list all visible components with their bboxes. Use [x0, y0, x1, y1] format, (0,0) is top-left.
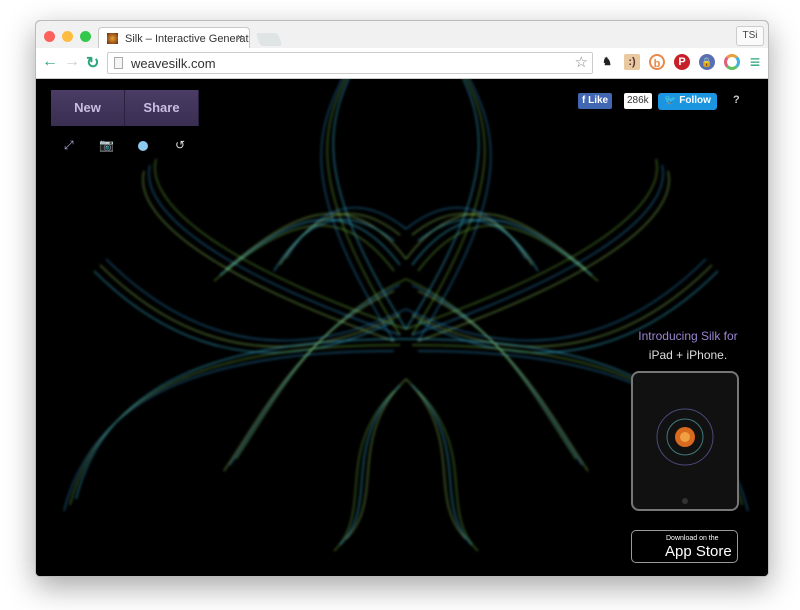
silk-strand — [99, 264, 401, 348]
app-store-badge[interactable]: Download on the App Store — [631, 530, 738, 563]
silk-strand — [223, 290, 395, 472]
bookmark-star-icon[interactable]: ☆ — [575, 53, 588, 71]
silk-strand — [235, 278, 407, 460]
ipad-image[interactable] — [631, 371, 739, 511]
address-bar[interactable]: weavesilk.com ☆ — [107, 52, 593, 74]
silk-strand — [411, 384, 473, 546]
new-button[interactable]: New — [51, 90, 125, 126]
ios-promo: Introducing Silk for iPad + iPhone. — [626, 327, 750, 365]
promo-line-1: Introducing Silk for — [638, 329, 738, 343]
color-wheel-icon[interactable] — [724, 54, 740, 70]
zoom-window-button[interactable] — [80, 31, 91, 42]
help-button[interactable]: ? — [733, 94, 740, 106]
minimize-window-button[interactable] — [62, 31, 73, 42]
fullscreen-icon[interactable]: ⤢ — [64, 138, 74, 153]
new-tab-button[interactable] — [255, 33, 283, 46]
main-buttons: New Share — [51, 90, 199, 126]
follow-label: Follow — [679, 95, 711, 106]
silk-favicon-icon — [107, 33, 118, 44]
silk-strand — [405, 79, 480, 330]
promo-line-2: iPad + iPhone. — [648, 348, 728, 362]
color-dot-icon[interactable] — [138, 141, 148, 151]
store-small-text: Download on the — [666, 535, 719, 542]
undo-icon[interactable]: ↺ — [175, 138, 185, 152]
tab-close-icon[interactable]: × — [237, 32, 243, 44]
pinterest-icon[interactable]: P — [674, 54, 690, 70]
lamp-icon[interactable]: ♞ — [599, 54, 615, 70]
back-icon[interactable]: ← — [42, 53, 58, 71]
title-bar: Silk – Interactive Generative Art × TSi — [36, 21, 768, 49]
camera-icon[interactable]: 📷 — [99, 138, 114, 152]
twitter-bird-icon: 🐦 — [664, 95, 680, 106]
browser-window: Silk – Interactive Generative Art × TSi … — [35, 20, 769, 577]
forward-icon[interactable]: → — [64, 53, 80, 71]
lock-extension-icon[interactable]: 🔒 — [699, 54, 715, 70]
page-icon — [114, 57, 123, 69]
twitter-follow-button[interactable]: 🐦 Follow — [658, 93, 717, 110]
url-text: weavesilk.com — [131, 56, 216, 71]
silk-strand — [63, 350, 395, 512]
tab-title: Silk – Interactive Generative Art — [125, 33, 249, 45]
silk-strand — [332, 79, 407, 330]
like-count: 286k — [624, 93, 652, 109]
silk-strand — [345, 378, 407, 540]
silk-strand — [229, 284, 401, 466]
profile-button[interactable]: TSi — [736, 26, 764, 46]
like-label: Like — [588, 95, 609, 106]
ipad-silk-preview — [656, 408, 714, 504]
silk-strand — [326, 79, 401, 336]
silk-strand — [405, 378, 467, 540]
share-button[interactable]: Share — [125, 90, 199, 126]
tab-silk[interactable]: Silk – Interactive Generative Art × — [98, 27, 250, 49]
silk-canvas[interactable]: New Share ⤢ 📷 ↺ f Like 286k 🐦 Follow ? I… — [36, 79, 768, 576]
reload-icon[interactable]: ↻ — [86, 53, 99, 73]
b-extension-icon[interactable]: b — [649, 54, 665, 70]
silk-strand — [417, 290, 589, 472]
silk-strand — [333, 390, 395, 552]
chrome-menu-icon[interactable]: ≡ — [747, 53, 763, 71]
facebook-like-button[interactable]: f Like — [578, 93, 613, 109]
silk-strand — [69, 344, 401, 506]
close-window-button[interactable] — [44, 31, 55, 42]
silk-strand — [105, 258, 407, 342]
face-extension-icon[interactable]: :) — [624, 54, 640, 70]
silk-strand — [411, 79, 486, 336]
silk-strand — [411, 284, 583, 466]
store-big-text: App Store — [665, 543, 732, 560]
browser-toolbar: ← → ↻ weavesilk.com ☆ ♞ :) b P 🔒 ≡ — [36, 48, 768, 79]
silk-strand — [339, 384, 401, 546]
silk-strand — [405, 278, 577, 460]
silk-strand — [417, 390, 479, 552]
